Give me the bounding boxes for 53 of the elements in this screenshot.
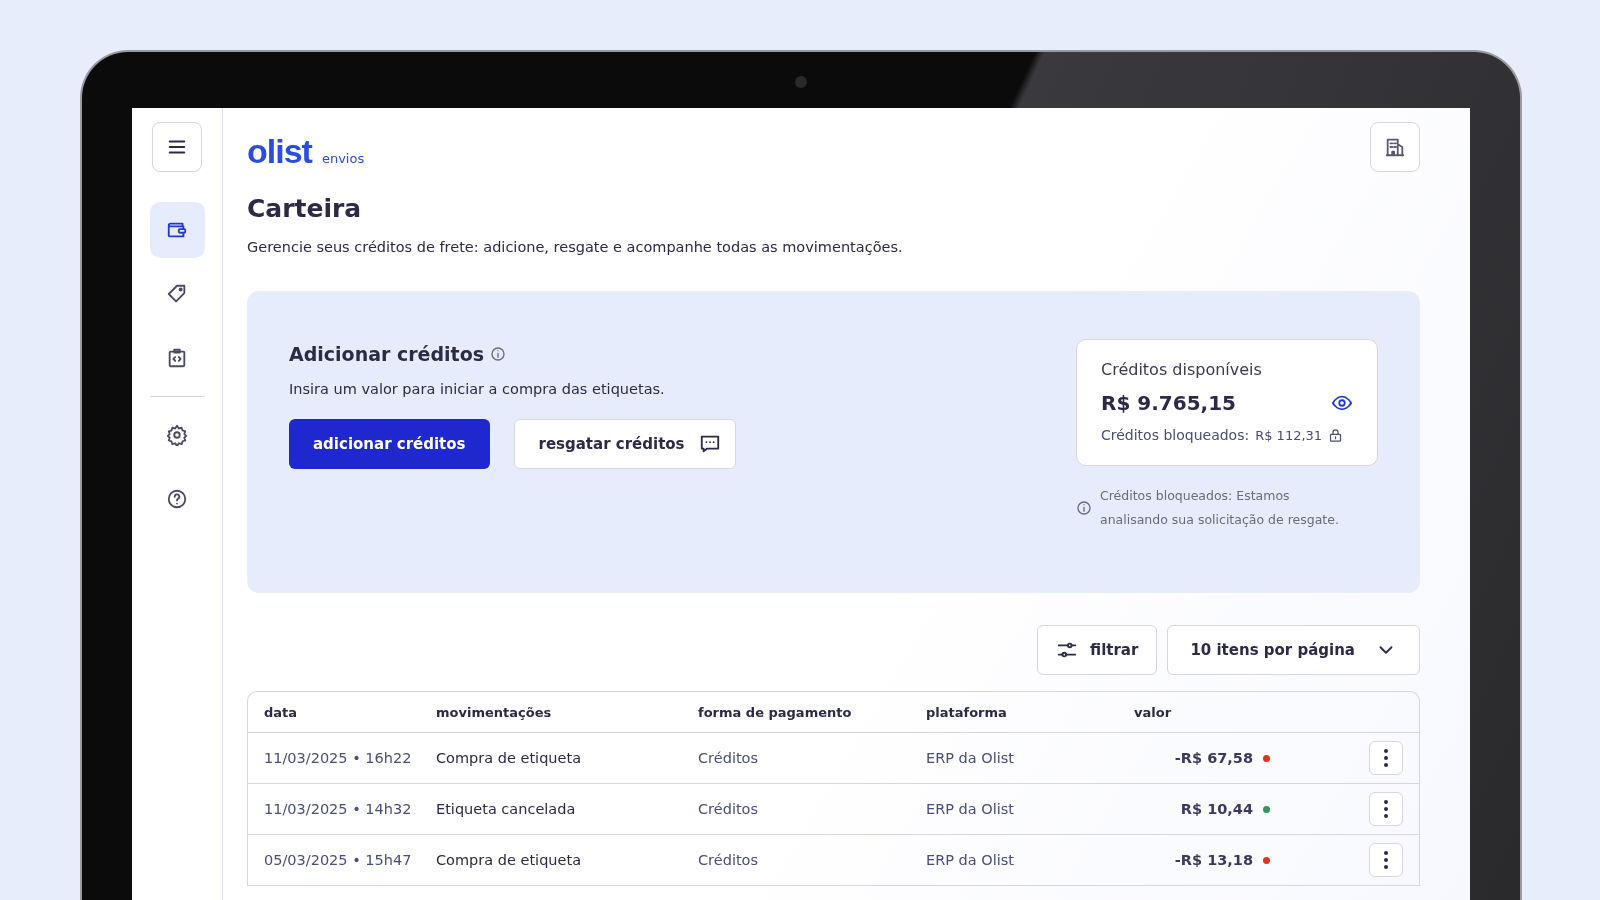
column-header: forma de pagamento [697,704,853,720]
page-subtitle: Gerencie seus créditos de frete: adicione, resgate e acompanhe todas as movimentações. [247,239,904,255]
amount-value: -R$ 67,58 [1174,750,1253,766]
balance-label: Créditos disponíveis [1101,360,1263,379]
column-header: plataforma [925,704,1008,720]
row-actions-button[interactable] [1369,741,1403,775]
more-icon [1384,749,1388,767]
row-actions-button[interactable] [1369,792,1403,826]
table-cell-text: ERP da Olist [925,801,1015,817]
blocked-note: Créditos bloqueados: Estamos analisando sua solicitação de resgate. [1100,487,1340,529]
padlock-icon [1328,427,1344,443]
sidebar-item[interactable] [149,202,205,258]
logo: olist envios [247,132,365,171]
table-cell-text: ERP da Olist [925,750,1015,766]
add-credits-button[interactable]: adicionar créditos [289,419,490,469]
more-icon [1384,800,1388,818]
table-cell-text: Créditos [697,801,760,817]
column-header: data [263,704,299,720]
more-icon [1384,851,1388,869]
help-icon [166,488,188,510]
camera-icon [795,76,807,88]
column-header: valor [1133,704,1173,720]
table-cell-text: Compra de etiqueta [435,852,583,868]
clipboard-code-icon [166,347,188,369]
table-cell-text: 11/03/2025 • 14h32 [263,801,413,817]
blocked-amount: R$ 112,31 [1255,427,1323,443]
settings-icon [166,424,188,446]
row-actions-button[interactable] [1369,843,1403,877]
table-cell-text: ERP da Olist [925,852,1015,868]
company-button[interactable] [1370,122,1420,172]
page-size-dropdown[interactable]: 10 itens por página [1167,625,1420,675]
info-icon [490,346,507,362]
section-title: Adicionar créditos [289,343,485,365]
chat-icon [698,433,721,455]
info-icon [1076,500,1092,516]
table-cell-text: Créditos [697,852,760,868]
balance-amount: R$ 9.765,15 [1101,391,1236,415]
table-cell-text: Etiqueta cancelada [435,801,577,817]
redeem-credits-button[interactable]: resgatar créditos [513,419,736,469]
table-cell-text: Compra de etiqueta [435,750,583,766]
table-cell-text: Créditos [697,750,760,766]
table-cell-text: 05/03/2025 • 15h47 [263,852,413,868]
section-description: Insira um valor para iniciar a compra das etiquetas. [289,381,666,397]
blocked-label: Créditos bloqueados: [1101,427,1250,443]
filter-button[interactable]: filtrar [1037,625,1158,675]
page-title: Carteira [247,194,363,223]
amount-value: -R$ 13,18 [1174,852,1253,868]
table-cell-text: 11/03/2025 • 16h22 [263,750,413,766]
amount-value: R$ 10,44 [1180,801,1253,817]
tag-icon [166,283,188,305]
menu-button[interactable] [152,122,202,172]
column-header: movimentações [435,704,553,720]
building-icon [1384,136,1406,158]
